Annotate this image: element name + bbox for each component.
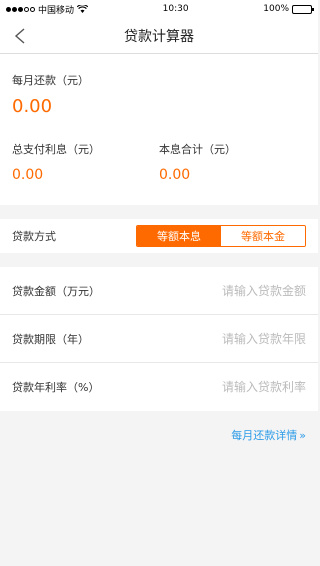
status-bar: 中国移动 10:30 100% <box>0 0 318 18</box>
back-button[interactable] <box>10 26 30 46</box>
chevron-left-icon <box>14 28 25 44</box>
page-title: 贷款计算器 <box>124 28 194 45</box>
loan-amount-label: 贷款金额（万元） <box>12 284 100 298</box>
loan-inputs: 贷款金额（万元） 贷款期限（年） 贷款年利率（%） <box>0 267 318 411</box>
loan-method-toggle: 等额本息 等额本金 <box>136 225 306 247</box>
section-divider <box>0 205 318 219</box>
interest-rate-input[interactable] <box>166 380 306 394</box>
status-left: 中国移动 <box>6 3 89 16</box>
interest-rate-label: 贷款年利率（%） <box>12 381 100 394</box>
loan-method-label: 贷款方式 <box>12 230 56 243</box>
loan-method-row: 贷款方式 等额本息 等额本金 <box>0 219 318 253</box>
loan-term-input[interactable] <box>166 331 306 346</box>
totals-row: 总支付利息（元） 0.00 本息合计（元） 0.00 <box>12 141 306 183</box>
status-right: 100% <box>263 4 314 14</box>
total-interest: 总支付利息（元） 0.00 <box>12 141 159 183</box>
results-panel: 每月还款（元） 0.00 总支付利息（元） 0.00 本息合计（元） 0.00 <box>0 54 318 205</box>
monthly-detail-link[interactable]: 每月还款详情 » <box>0 411 318 443</box>
carrier-name: 中国移动 <box>38 5 75 16</box>
loan-amount-row: 贷款金额（万元） <box>0 267 318 315</box>
method-equal-installment-button[interactable]: 等额本息 <box>137 226 221 246</box>
total-sum-label: 本息合计（元） <box>159 143 236 156</box>
loan-term-row: 贷款期限（年） <box>0 315 318 363</box>
monthly-payment-label: 每月还款（元） <box>12 74 89 87</box>
total-sum-value: 0.00 <box>159 167 191 183</box>
method-equal-principal-button[interactable]: 等额本金 <box>221 226 305 246</box>
total-sum: 本息合计（元） 0.00 <box>159 141 306 183</box>
status-time: 10:30 <box>162 4 189 14</box>
section-divider <box>0 253 318 267</box>
signal-strength-icon <box>6 6 35 12</box>
double-chevron-right-icon: » <box>299 428 306 442</box>
interest-rate-row: 贷款年利率（%） <box>0 363 318 411</box>
total-interest-value: 0.00 <box>12 167 44 183</box>
loan-term-label: 贷款期限（年） <box>12 332 89 346</box>
loan-amount-input[interactable] <box>166 283 306 298</box>
total-interest-label: 总支付利息（元） <box>12 143 100 156</box>
battery-icon <box>292 4 314 14</box>
battery-percent: 100% <box>263 4 289 14</box>
wifi-icon <box>77 5 89 13</box>
nav-bar: 贷款计算器 <box>0 18 318 54</box>
monthly-payment-value: 0.00 <box>12 96 53 117</box>
monthly-detail-label: 每月还款详情 <box>231 429 298 442</box>
